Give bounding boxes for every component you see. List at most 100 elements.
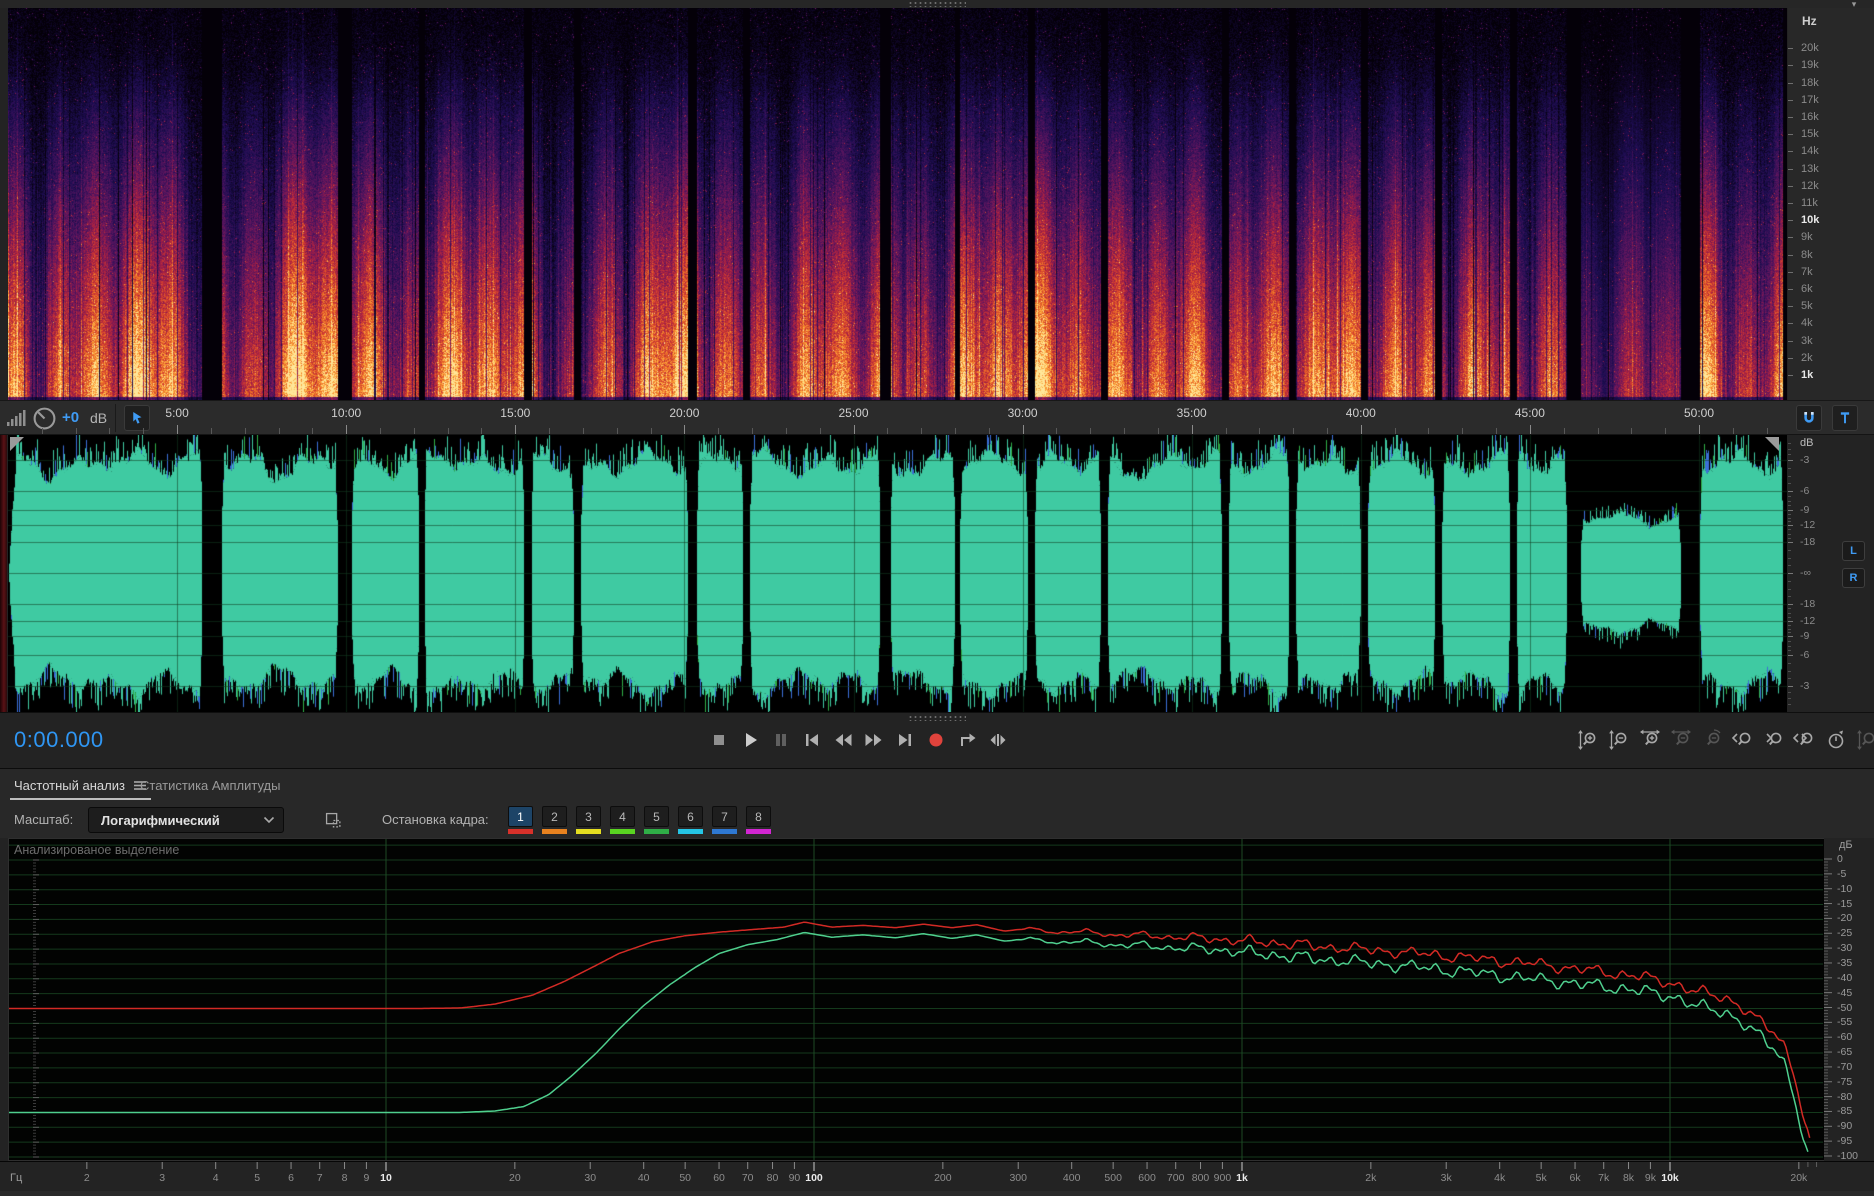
- zoom-out-horizontal-button[interactable]: [1668, 727, 1694, 753]
- timeline-tick: [819, 428, 821, 434]
- refresh-display-button[interactable]: [1823, 727, 1849, 753]
- scale-label: Масштаб:: [14, 812, 74, 827]
- freq-axis-label: 1k: [1236, 1172, 1248, 1184]
- panel-menu-caret-icon[interactable]: ▾: [1844, 0, 1864, 9]
- copy-graph-button[interactable]: [322, 808, 346, 832]
- timeline-tick: [1496, 428, 1498, 434]
- ruler-tick: [1788, 483, 1791, 485]
- fast-forward-button[interactable]: [861, 727, 887, 753]
- freq-ruler-label: 17k: [1801, 93, 1819, 106]
- freq-axis-label: 100: [805, 1172, 823, 1184]
- timeline-tick: [1022, 425, 1024, 434]
- hold-frame-button-6[interactable]: 6: [678, 806, 703, 827]
- zoom-amplitude-button[interactable]: [1854, 727, 1874, 753]
- hold-frame-color-swatch: [508, 829, 533, 834]
- hold-frame-button-3[interactable]: 3: [576, 806, 601, 827]
- ruler-tick: [1788, 495, 1791, 497]
- skip-to-start-button[interactable]: [799, 727, 825, 753]
- waveform-display[interactable]: [8, 435, 1787, 712]
- db-ruler-label: -20: [1837, 912, 1853, 925]
- ruler-tick: [1788, 655, 1793, 656]
- hold-frame-color-swatch: [610, 829, 635, 834]
- skip-to-selection-button[interactable]: [985, 727, 1011, 753]
- hold-frame-button-5[interactable]: 5: [644, 806, 669, 827]
- stop-button[interactable]: [706, 727, 732, 753]
- pause-button[interactable]: [768, 727, 794, 753]
- ruler-tick: [1788, 151, 1793, 153]
- zoom-to-out-point-button[interactable]: [1761, 727, 1787, 753]
- ruler-tick: [1788, 134, 1793, 136]
- amplitude-ruler-label: -3: [1800, 454, 1810, 466]
- timeline-tick: [1326, 428, 1328, 434]
- db-ruler-label: -65: [1837, 1046, 1853, 1059]
- playhead-pin-button[interactable]: [124, 405, 150, 431]
- playhead-time-display[interactable]: 0:00.000: [14, 727, 104, 753]
- amplitude-ruler-label: -18: [1800, 598, 1816, 610]
- zoom-out-vertical-button[interactable]: [1606, 727, 1632, 753]
- play-button[interactable]: [737, 727, 763, 753]
- ruler-tick: [1788, 48, 1793, 50]
- freq-ruler-label: 15k: [1801, 128, 1819, 141]
- rewind-button[interactable]: [830, 727, 856, 753]
- zoom-in-vertical-button[interactable]: [1575, 727, 1601, 753]
- timeline-tick: [1563, 428, 1565, 434]
- channel-button-l[interactable]: L: [1842, 541, 1865, 561]
- snap-magnet-button[interactable]: [1796, 405, 1822, 431]
- scale-dropdown[interactable]: Логарифмический: [88, 807, 284, 833]
- timeline-tick: [785, 428, 787, 434]
- tab-amplitude-statistics[interactable]: Статистика Амплитуды: [140, 769, 280, 802]
- tab-label: Частотный анализ: [14, 778, 125, 793]
- curve-channel-right: [9, 931, 1809, 1152]
- zoom-reset-button[interactable]: [1699, 727, 1725, 753]
- hold-frame-button-2[interactable]: 2: [542, 806, 567, 827]
- amplitude-ruler-label: -3: [1800, 680, 1810, 692]
- timeline-tick: [210, 428, 212, 434]
- ruler-tick: [1788, 168, 1793, 170]
- spectrogram-display[interactable]: [8, 8, 1787, 400]
- tab-frequency-analysis[interactable]: Частотный анализ: [10, 769, 151, 802]
- analyzed-selection-label: Анализированое выделение: [14, 843, 180, 857]
- timeline-tick: [244, 428, 246, 434]
- hold-frame-button-4[interactable]: 4: [610, 806, 635, 827]
- frequency-analysis-plot[interactable]: Анализированое выделение: [8, 838, 1824, 1161]
- gain-value[interactable]: +0: [62, 409, 79, 426]
- zoom-to-in-point-button[interactable]: [1730, 727, 1756, 753]
- ruler-tick: [1788, 557, 1791, 559]
- zoom-to-selection-button[interactable]: [1792, 727, 1818, 753]
- zoom-in-horizontal-button[interactable]: [1637, 727, 1663, 753]
- selection-handle-left[interactable]: [10, 437, 24, 451]
- ruler-tick: [1788, 645, 1791, 647]
- db-ruler-label: 0: [1837, 853, 1843, 865]
- ruler-tick: [1788, 549, 1791, 551]
- plot-db-ruler[interactable]: дБ 0 -5 -10 -15 -20 -25 -30 -35 -40 -45 -50 -55 -60 -…: [1824, 838, 1874, 1162]
- db-ruler-label: -30: [1837, 942, 1853, 955]
- spectrogram-frequency-ruler[interactable]: Hz 20k 19k 18k 17k 16k 15k 14k 13k 12k 11k 10k 9k 8k…: [1788, 8, 1874, 400]
- timeline-tick: [1631, 428, 1633, 434]
- drag-handle-icon[interactable]: [908, 715, 966, 721]
- ruler-tick: [1788, 580, 1791, 582]
- timeline-tick: [312, 428, 314, 434]
- channel-button-r[interactable]: R: [1842, 568, 1865, 588]
- ruler-tick: [1788, 650, 1791, 652]
- hold-frame-button-7[interactable]: 7: [712, 806, 737, 827]
- hold-frame-color-swatch: [712, 829, 737, 834]
- hold-frame-button-8[interactable]: 8: [746, 806, 771, 827]
- timeline-tick: [481, 428, 483, 434]
- loop-playback-button[interactable]: [954, 727, 980, 753]
- hold-frame-button-1[interactable]: 1: [508, 806, 533, 827]
- amplitude-ruler-label: -18: [1800, 536, 1816, 548]
- drag-handle-icon[interactable]: [908, 1, 966, 7]
- plot-frequency-ruler[interactable]: Гц 2 3 4 5 6 7 8 9 10 20 30 40 50 60 70 80 90 100 200 300 40…: [0, 1161, 1874, 1191]
- gain-knob[interactable]: [32, 406, 57, 431]
- amplitude-ruler[interactable]: dB -3 -6 -9 -12 -18 -∞ -18 -12 -9 -6 -3 L R: [1788, 435, 1874, 712]
- freq-ruler-label: 5k: [1801, 300, 1813, 313]
- record-button[interactable]: [923, 727, 949, 753]
- ruler-tick: [1788, 289, 1793, 290]
- selection-handle-right[interactable]: [1765, 437, 1779, 451]
- amplitude-ruler-label: -9: [1800, 504, 1810, 516]
- freq-axis-label: 400: [1062, 1172, 1081, 1184]
- transport-bar: 0:00.000: [0, 712, 1874, 768]
- timeline-tick: [718, 428, 720, 434]
- marker-tool-button[interactable]: [1832, 405, 1858, 431]
- skip-to-end-button[interactable]: [892, 727, 918, 753]
